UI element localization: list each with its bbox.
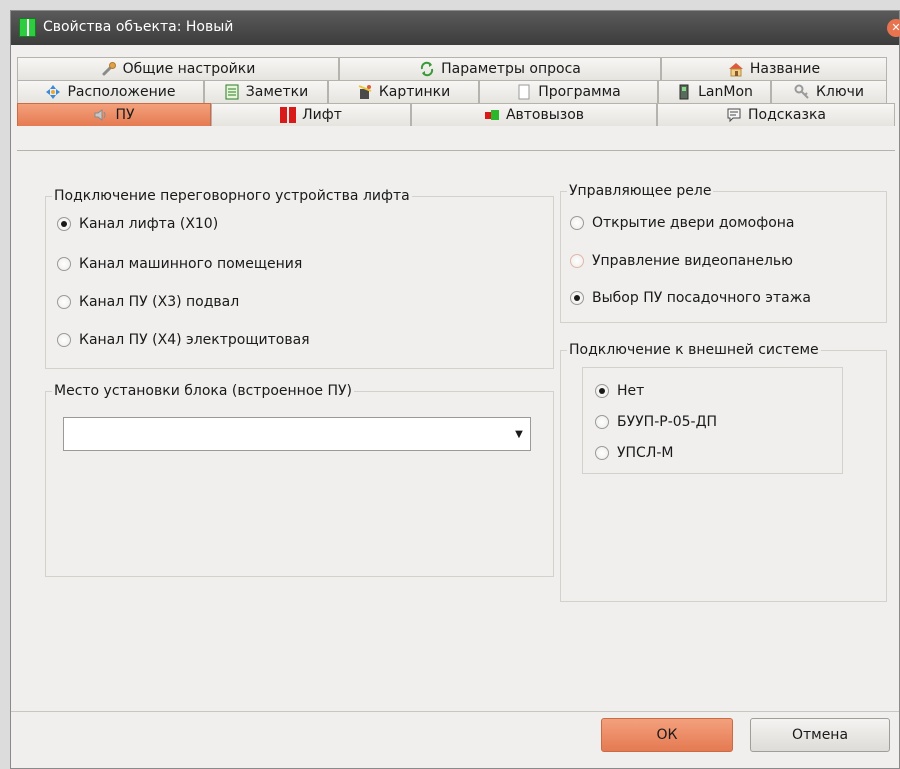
radio-label: Открытие двери домофона [592, 215, 795, 231]
elevator-icon [280, 107, 297, 123]
install-location-select[interactable]: ▼ [63, 417, 531, 451]
app-icon [19, 18, 36, 37]
tab-name[interactable]: Название [661, 57, 887, 80]
images-icon [357, 84, 373, 100]
tab-autocall[interactable]: Автовызов [411, 103, 657, 126]
tab-images[interactable]: Картинки [328, 80, 479, 103]
install-location-group: Место установки блока (встроенное ПУ) [45, 383, 554, 577]
tab-row-3: ПУ Лифт Автовызов Подсказка [17, 103, 895, 126]
radio-label: УПСЛ-М [617, 445, 674, 461]
group-legend: Подключение к внешней системе [569, 342, 819, 358]
speaker-icon [93, 107, 109, 123]
tab-keys[interactable]: Ключи [771, 80, 887, 103]
tab-elevator[interactable]: Лифт [211, 103, 411, 126]
radio-elevator-channel[interactable]: Канал лифта (X10) [57, 216, 218, 232]
tab-label: Подсказка [748, 107, 826, 123]
flag-icon [484, 107, 500, 123]
wrench-icon [101, 61, 117, 77]
radio-label: Канал ПУ (X4) электрощитовая [79, 332, 310, 348]
radio-dot [57, 295, 71, 309]
radio-dot [570, 216, 584, 230]
move-arrows-icon [45, 84, 61, 100]
radio-label: БУУП-Р-05-ДП [617, 414, 718, 430]
ok-button[interactable]: ОК [601, 718, 733, 752]
tab-label: Заметки [245, 84, 309, 100]
tab-label: LanMon [698, 84, 753, 100]
group-legend: Подключение переговорного устройства лиф… [54, 188, 410, 204]
tab-label: Картинки [378, 84, 451, 100]
radio-external-upsl[interactable]: УПСЛ-М [595, 445, 674, 461]
tab-label: Автовызов [505, 107, 585, 123]
tab-notes[interactable]: Заметки [204, 80, 328, 103]
cancel-button[interactable]: Отмена [750, 718, 890, 752]
radio-dot [595, 446, 609, 460]
tab-polling-params[interactable]: Параметры опроса [339, 57, 661, 80]
tab-location[interactable]: Расположение [17, 80, 204, 103]
house-icon [728, 61, 744, 77]
group-legend: Управляющее реле [569, 183, 712, 199]
radio-label: Выбор ПУ посадочного этажа [592, 290, 811, 306]
radio-external-buup[interactable]: БУУП-Р-05-ДП [595, 414, 717, 430]
radio-basement-channel[interactable]: Канал ПУ (X3) подвал [57, 294, 239, 310]
tab-row-1: Общие настройки Параметры опроса Названи… [17, 57, 887, 80]
tab-label: Ключи [815, 84, 865, 100]
radio-machine-room-channel[interactable]: Канал машинного помещения [57, 256, 302, 272]
tab-label: Расположение [67, 84, 176, 100]
tab-program[interactable]: Программа [479, 80, 658, 103]
tab-label: Название [749, 61, 821, 77]
radio-label: Канал ПУ (X3) подвал [79, 294, 240, 310]
dialog-window: Свойства объекта: Новый ✕ Общие настройк… [10, 10, 900, 769]
speech-bubble-icon [726, 107, 742, 123]
radio-external-none[interactable]: Нет [595, 383, 644, 399]
radio-dot [595, 384, 609, 398]
tab-row-2: Расположение Заметки Картинки Программа … [17, 80, 887, 103]
radio-door-intercom[interactable]: Открытие двери домофона [570, 215, 795, 231]
radio-label: Канал лифта (X10) [79, 216, 219, 232]
close-icon[interactable]: ✕ [887, 19, 900, 37]
device-icon [676, 84, 692, 100]
chevron-down-icon[interactable]: ▼ [508, 418, 530, 450]
title-bar[interactable]: Свойства объекта: Новый ✕ [11, 11, 900, 45]
radio-dot [570, 254, 584, 268]
radio-dot [595, 415, 609, 429]
tab-label: ПУ [115, 107, 135, 123]
radio-label: Нет [617, 383, 645, 399]
tab-hint[interactable]: Подсказка [657, 103, 895, 126]
tab-label: Общие настройки [122, 61, 256, 77]
tab-label: Параметры опроса [441, 61, 581, 77]
tab-label: Лифт [302, 107, 342, 123]
notes-icon [224, 84, 240, 100]
radio-video-panel[interactable]: Управление видеопанелью [570, 253, 793, 269]
radio-dot [570, 291, 584, 305]
radio-dot [57, 333, 71, 347]
radio-landing-floor-pu[interactable]: Выбор ПУ посадочного этажа [570, 290, 811, 306]
window-title: Свойства объекта: Новый [43, 19, 234, 35]
tab-pu[interactable]: ПУ [17, 103, 211, 126]
tab-general-settings[interactable]: Общие настройки [17, 57, 339, 80]
radio-label: Управление видеопанелью [592, 253, 793, 269]
refresh-icon [419, 61, 435, 77]
document-icon [516, 84, 532, 100]
radio-label: Канал машинного помещения [79, 256, 303, 272]
tab-label: Программа [538, 84, 621, 100]
tab-lanmon[interactable]: LanMon [658, 80, 771, 103]
button-bar-divider [11, 711, 899, 712]
radio-dot [57, 257, 71, 271]
radio-electrical-room-channel[interactable]: Канал ПУ (X4) электрощитовая [57, 332, 310, 348]
group-legend: Место установки блока (встроенное ПУ) [54, 383, 352, 399]
key-icon [794, 84, 810, 100]
radio-dot [57, 217, 71, 231]
